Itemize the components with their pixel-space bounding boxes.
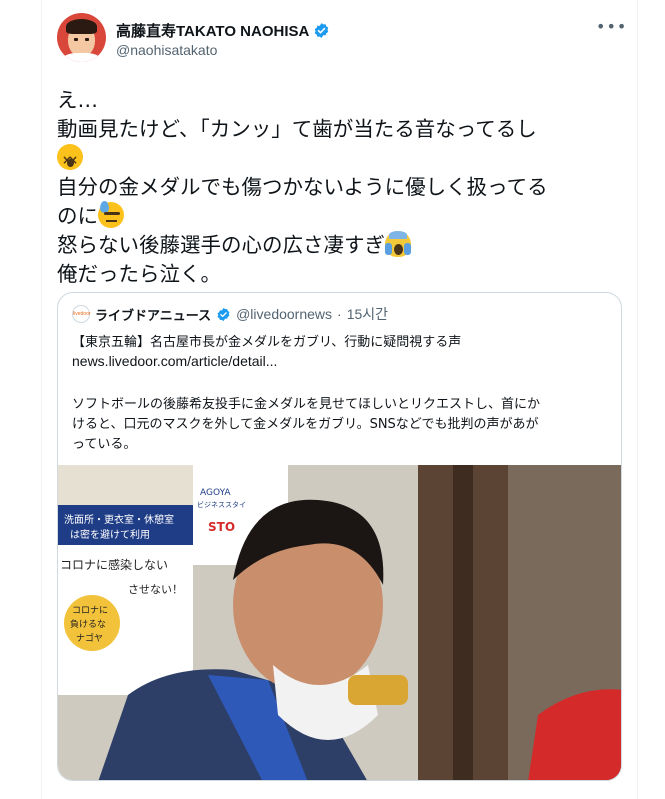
more-options-icon[interactable]: ••• — [596, 19, 626, 40]
quoted-separator: · — [337, 306, 342, 322]
sign-text: ナゴヤ — [76, 632, 103, 644]
avatar-eye-left — [74, 38, 78, 41]
sign-text: 負けるな — [70, 618, 106, 630]
scream-icon — [385, 231, 411, 257]
sign-text: コロナに — [72, 605, 108, 616]
tweet-text: え… 動画見たけど、「カンッ」て歯が当たる音なってるし 自分の金メダルでも傷つか… — [57, 86, 627, 289]
wood-seam — [453, 465, 473, 780]
verified-badge-icon — [315, 22, 329, 38]
sign-text: 洗面所・更衣室・休憩室 — [64, 513, 174, 526]
tweet-line-emoji — [57, 144, 627, 175]
avatar-eye-right — [85, 38, 89, 41]
tweet-line: 自分の金メダルでも傷つかないように優しく扱ってる — [57, 175, 548, 199]
quoted-title: 【東京五輪】名古屋市長が金メダルをガブリ、行動に疑問視する声 — [72, 335, 462, 350]
sign-text: させない！ — [128, 583, 183, 596]
sign-text: ビジネススタイ — [197, 500, 246, 509]
tweet-line: 俺だったら泣く。 — [57, 262, 221, 286]
author-avatar[interactable] — [57, 13, 106, 62]
tweet-line-text: のに — [57, 204, 98, 228]
quoted-avatar: livedoor — [72, 305, 91, 323]
sign-text: STO — [208, 520, 235, 534]
quoted-link[interactable]: news.livedoor.com/article/detail... — [72, 353, 277, 369]
quoted-name: ライブドアニュース — [95, 308, 212, 324]
author-handle[interactable]: @naohisatakato — [116, 42, 217, 58]
sign-text: は密を避けて利用 — [70, 528, 150, 541]
verified-badge-icon — [217, 307, 230, 321]
tweet-line-with-emoji: のに — [57, 201, 627, 231]
quoted-body-line: けると、口元のマスクを外して金メダルをガブリ。SNSなどでも批判の声があが — [72, 417, 539, 432]
photo-scene: 洗面所・更衣室・休憩室 は密を避けて利用 コロナに感染しない させない！ コロナ… — [58, 465, 621, 780]
tweet-line: え… — [57, 88, 98, 112]
avatar-shirt — [63, 53, 100, 62]
sign-text: AGOYA — [200, 488, 231, 498]
author-name-row[interactable]: 高藤直寿TAKATO NAOHISA — [116, 20, 330, 40]
gold-medal — [348, 675, 408, 705]
tweet-line-with-emoji: 怒らない後藤選手の心の広さ凄すぎ — [57, 231, 627, 260]
quoted-body: ソフトボールの後藤希友投手に金メダルを見せてほしいとリクエストし、首にか けると… — [72, 395, 610, 455]
sweat-icon — [98, 201, 124, 228]
tweet-line-text: 怒らない後藤選手の心の広さ凄すぎ — [57, 233, 385, 257]
quoted-tweet[interactable]: livedoor ライブドアニュース @livedoornews · 15시간 … — [57, 292, 622, 781]
quoted-body-line: っている。 — [72, 437, 137, 452]
quoted-tweet-header: livedoor ライブドアニュース @livedoornews · 15시간 — [72, 305, 389, 324]
author-display-name[interactable]: 高藤直寿TAKATO NAOHISA — [116, 20, 309, 41]
dizzy-face-icon — [57, 144, 83, 175]
sign-text: コロナに感染しない — [60, 557, 168, 572]
poster-left-top — [58, 465, 193, 505]
avatar-hair — [66, 19, 97, 34]
tweet-line: 動画見たけど、「カンッ」て歯が当たる音なってるし — [57, 117, 537, 141]
quoted-body-line: ソフトボールの後藤希友投手に金メダルを見せてほしいとリクエストし、首にか — [72, 397, 541, 412]
quoted-handle: @livedoornews — [236, 306, 333, 322]
quoted-timestamp: 15시간 — [346, 306, 389, 322]
quoted-photo[interactable]: 洗面所・更衣室・休憩室 は密を避けて利用 コロナに感染しない させない！ コロナ… — [58, 465, 621, 780]
